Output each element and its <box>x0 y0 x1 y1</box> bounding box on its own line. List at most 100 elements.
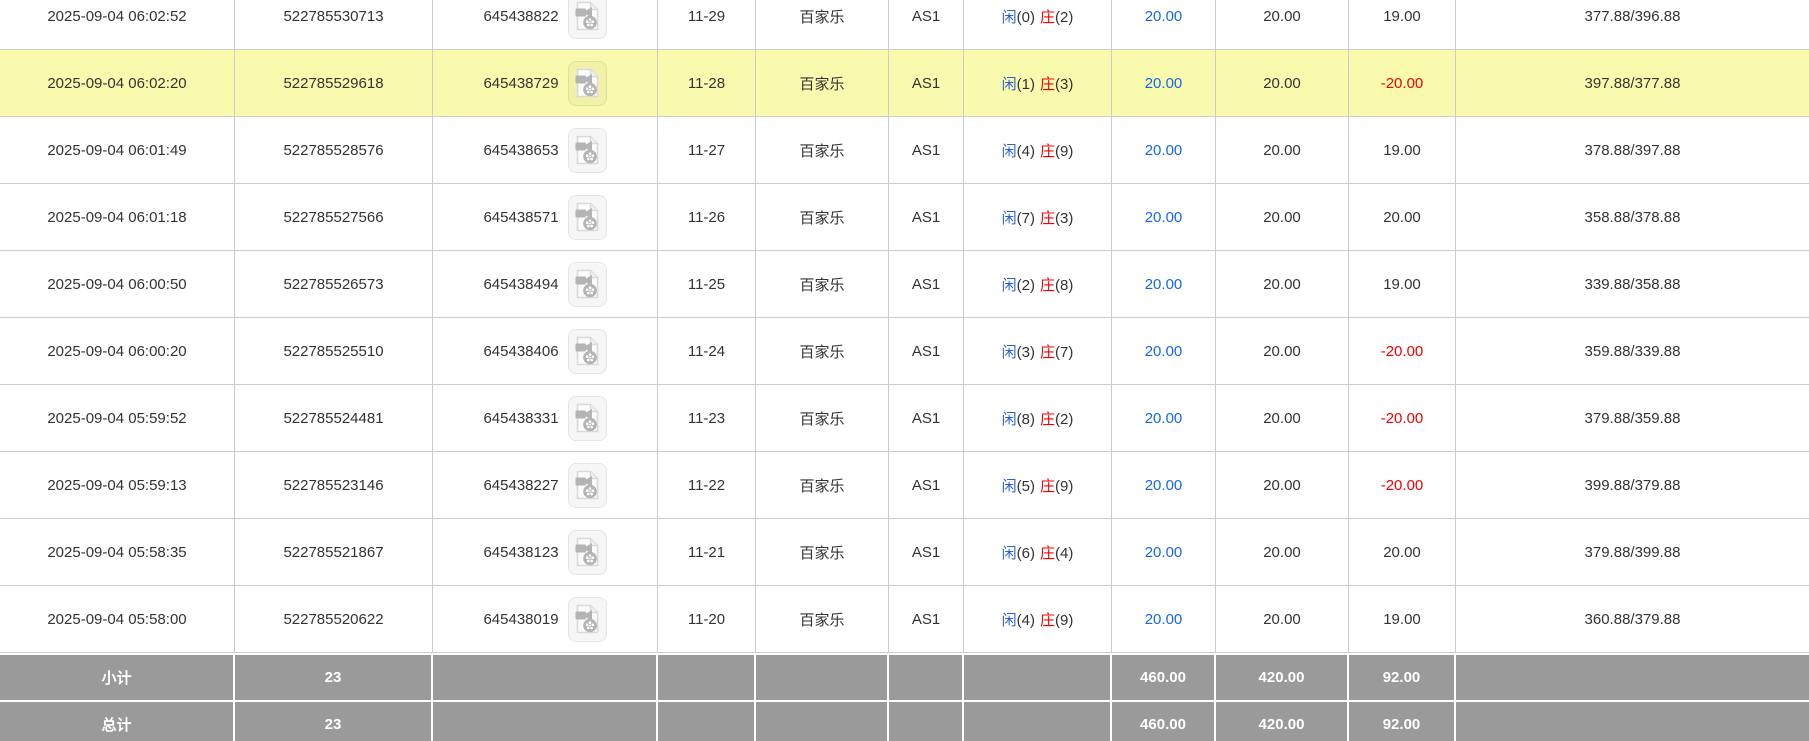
cell-result: 闲(0)庄(2) <box>964 0 1112 50</box>
cell-game-type: 百家乐 <box>756 519 889 586</box>
cell-win-loss: 19.00 <box>1349 117 1456 184</box>
cell-result: 闲(4)庄(9) <box>964 586 1112 653</box>
banker-label: 庄 <box>1040 612 1055 629</box>
cell-round: 11-20 <box>658 586 756 653</box>
summary-empty-cell <box>433 700 658 741</box>
table-row[interactable]: 2025-09-04 06:00:20 522785525510 6454384… <box>0 318 1809 385</box>
cell-order-id: 522785527566 <box>235 184 433 251</box>
cell-round: 11-25 <box>658 251 756 318</box>
bet-amount-link[interactable]: 20.00 <box>1145 343 1183 360</box>
table-row[interactable]: 2025-09-04 05:58:00 522785520622 6454380… <box>0 586 1809 653</box>
video-replay-button[interactable] <box>568 128 607 173</box>
cell-bet-amount: 20.00 <box>1112 586 1216 653</box>
summary-empty-cell <box>658 700 756 741</box>
bet-amount-link[interactable]: 20.00 <box>1145 410 1183 427</box>
player-label: 闲 <box>1002 277 1017 294</box>
cell-result: 闲(6)庄(4) <box>964 519 1112 586</box>
cell-table-name: AS1 <box>889 50 964 117</box>
cell-win-loss: -20.00 <box>1349 318 1456 385</box>
summary-empty-cell <box>756 700 889 741</box>
table-row[interactable]: 2025-09-04 06:01:49 522785528576 6454386… <box>0 117 1809 184</box>
summary-empty-cell <box>756 653 889 700</box>
cell-table-name: AS1 <box>889 117 964 184</box>
game-number: 645438406 <box>483 343 558 360</box>
game-number: 645438571 <box>483 209 558 226</box>
banker-count: (8) <box>1055 277 1073 294</box>
cell-time: 2025-09-04 06:00:50 <box>0 251 235 318</box>
table-row[interactable]: 2025-09-04 05:59:52 522785524481 6454383… <box>0 385 1809 452</box>
game-number: 645438123 <box>483 544 558 561</box>
bet-history-rows: 2025-09-04 06:02:52 522785530713 6454388… <box>0 0 1809 741</box>
cell-valid-amount: 20.00 <box>1216 0 1349 50</box>
cell-time: 2025-09-04 05:59:52 <box>0 385 235 452</box>
bet-amount-link[interactable]: 20.00 <box>1145 142 1183 159</box>
video-replay-icon <box>574 403 600 433</box>
banker-count: (2) <box>1055 9 1073 26</box>
cell-result: 闲(1)庄(3) <box>964 50 1112 117</box>
video-replay-button[interactable] <box>568 530 607 575</box>
bet-amount-link[interactable]: 20.00 <box>1145 611 1183 628</box>
cell-game-number: 645438123 <box>433 519 658 586</box>
cell-valid-amount: 20.00 <box>1216 519 1349 586</box>
cell-game-number: 645438729 <box>433 50 658 117</box>
table-row[interactable]: 2025-09-04 06:02:52 522785530713 6454388… <box>0 0 1809 50</box>
banker-label: 庄 <box>1040 210 1055 227</box>
video-replay-button[interactable] <box>568 262 607 307</box>
video-replay-button[interactable] <box>568 463 607 508</box>
video-replay-button[interactable] <box>568 329 607 374</box>
player-label: 闲 <box>1002 210 1017 227</box>
cell-table-name: AS1 <box>889 385 964 452</box>
player-label: 闲 <box>1002 143 1017 160</box>
game-number: 645438227 <box>483 477 558 494</box>
cell-result: 闲(4)庄(9) <box>964 117 1112 184</box>
cell-valid-amount: 20.00 <box>1216 50 1349 117</box>
banker-label: 庄 <box>1040 411 1055 428</box>
cell-game-type: 百家乐 <box>756 0 889 50</box>
cell-order-id: 522785529618 <box>235 50 433 117</box>
cell-game-number: 645438571 <box>433 184 658 251</box>
banker-label: 庄 <box>1040 545 1055 562</box>
player-count: (0) <box>1017 9 1035 26</box>
cell-result: 闲(2)庄(8) <box>964 251 1112 318</box>
banker-count: (9) <box>1055 143 1073 160</box>
bet-amount-link[interactable]: 20.00 <box>1145 8 1183 25</box>
summary-label: 小计 <box>0 653 235 700</box>
cell-bet-amount: 20.00 <box>1112 318 1216 385</box>
video-replay-button[interactable] <box>568 396 607 441</box>
player-count: (6) <box>1017 545 1035 562</box>
cell-round: 11-21 <box>658 519 756 586</box>
video-replay-button[interactable] <box>568 597 607 642</box>
summary-empty-cell <box>433 653 658 700</box>
cell-table-name: AS1 <box>889 251 964 318</box>
video-replay-button[interactable] <box>568 0 607 39</box>
cell-win-loss: -20.00 <box>1349 50 1456 117</box>
bet-amount-link[interactable]: 20.00 <box>1145 209 1183 226</box>
bet-amount-link[interactable]: 20.00 <box>1145 276 1183 293</box>
bet-amount-link[interactable]: 20.00 <box>1145 544 1183 561</box>
cell-result: 闲(7)庄(3) <box>964 184 1112 251</box>
cell-time: 2025-09-04 05:59:13 <box>0 452 235 519</box>
bet-amount-link[interactable]: 20.00 <box>1145 75 1183 92</box>
summary-row: 总计 23 460.00 420.00 92.00 <box>0 700 1809 741</box>
summary-bet-total: 460.00 <box>1112 653 1216 700</box>
summary-win-loss-total: 92.00 <box>1349 700 1456 741</box>
bet-amount-link[interactable]: 20.00 <box>1145 477 1183 494</box>
cell-order-id: 522785521867 <box>235 519 433 586</box>
summary-empty-cell <box>964 700 1112 741</box>
banker-label: 庄 <box>1040 143 1055 160</box>
video-replay-button[interactable] <box>568 61 607 106</box>
cell-game-type: 百家乐 <box>756 251 889 318</box>
table-row[interactable]: 2025-09-04 06:02:20 522785529618 6454387… <box>0 50 1809 117</box>
banker-count: (2) <box>1055 411 1073 428</box>
cell-time: 2025-09-04 06:01:18 <box>0 184 235 251</box>
player-label: 闲 <box>1002 76 1017 93</box>
table-row[interactable]: 2025-09-04 05:59:13 522785523146 6454382… <box>0 452 1809 519</box>
video-replay-button[interactable] <box>568 195 607 240</box>
table-row[interactable]: 2025-09-04 06:00:50 522785526573 6454384… <box>0 251 1809 318</box>
cell-win-loss: -20.00 <box>1349 385 1456 452</box>
cell-game-number: 645438019 <box>433 586 658 653</box>
table-row[interactable]: 2025-09-04 05:58:35 522785521867 6454381… <box>0 519 1809 586</box>
banker-label: 庄 <box>1040 9 1055 26</box>
cell-bet-amount: 20.00 <box>1112 50 1216 117</box>
table-row[interactable]: 2025-09-04 06:01:18 522785527566 6454385… <box>0 184 1809 251</box>
